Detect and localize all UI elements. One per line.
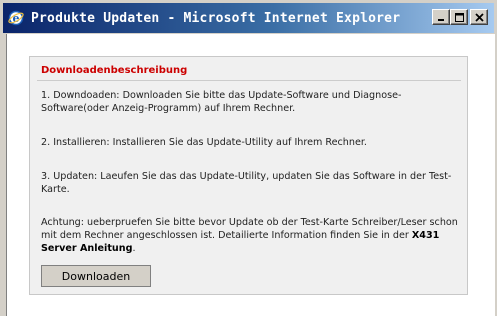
- minimize-button[interactable]: [432, 9, 450, 25]
- panel-title: Downloadenbeschreibung: [41, 65, 188, 76]
- step-3-text: 3. Updaten: Laeufen Sie das das Update-U…: [41, 171, 452, 195]
- note-end: .: [132, 243, 136, 254]
- panel-divider: [37, 80, 461, 81]
- close-icon: [474, 12, 484, 22]
- browser-window: e Produkte Updaten - Microsoft Internet …: [0, 0, 497, 316]
- maximize-button[interactable]: [450, 9, 468, 25]
- note-body: Achtung: ueberpruefen Sie bitte bevor Up…: [41, 217, 458, 241]
- step-1-text: 1. Downdoaden: Downloaden Sie bitte das …: [41, 90, 402, 114]
- maximize-icon: [454, 12, 464, 22]
- minimize-icon: [438, 19, 444, 21]
- window-controls: [432, 9, 488, 25]
- download-button[interactable]: Downloaden: [41, 265, 151, 287]
- note-text: Achtung: ueberpruefen Sie bitte bevor Up…: [41, 216, 466, 255]
- close-button[interactable]: [470, 9, 488, 25]
- step-2-text: 2. Installieren: Installieren Sie das Up…: [41, 137, 367, 148]
- internet-explorer-icon: e: [7, 9, 25, 27]
- title-bar[interactable]: e Produkte Updaten - Microsoft Internet …: [3, 3, 494, 33]
- window-title: Produkte Updaten - Microsoft Internet Ex…: [31, 10, 401, 26]
